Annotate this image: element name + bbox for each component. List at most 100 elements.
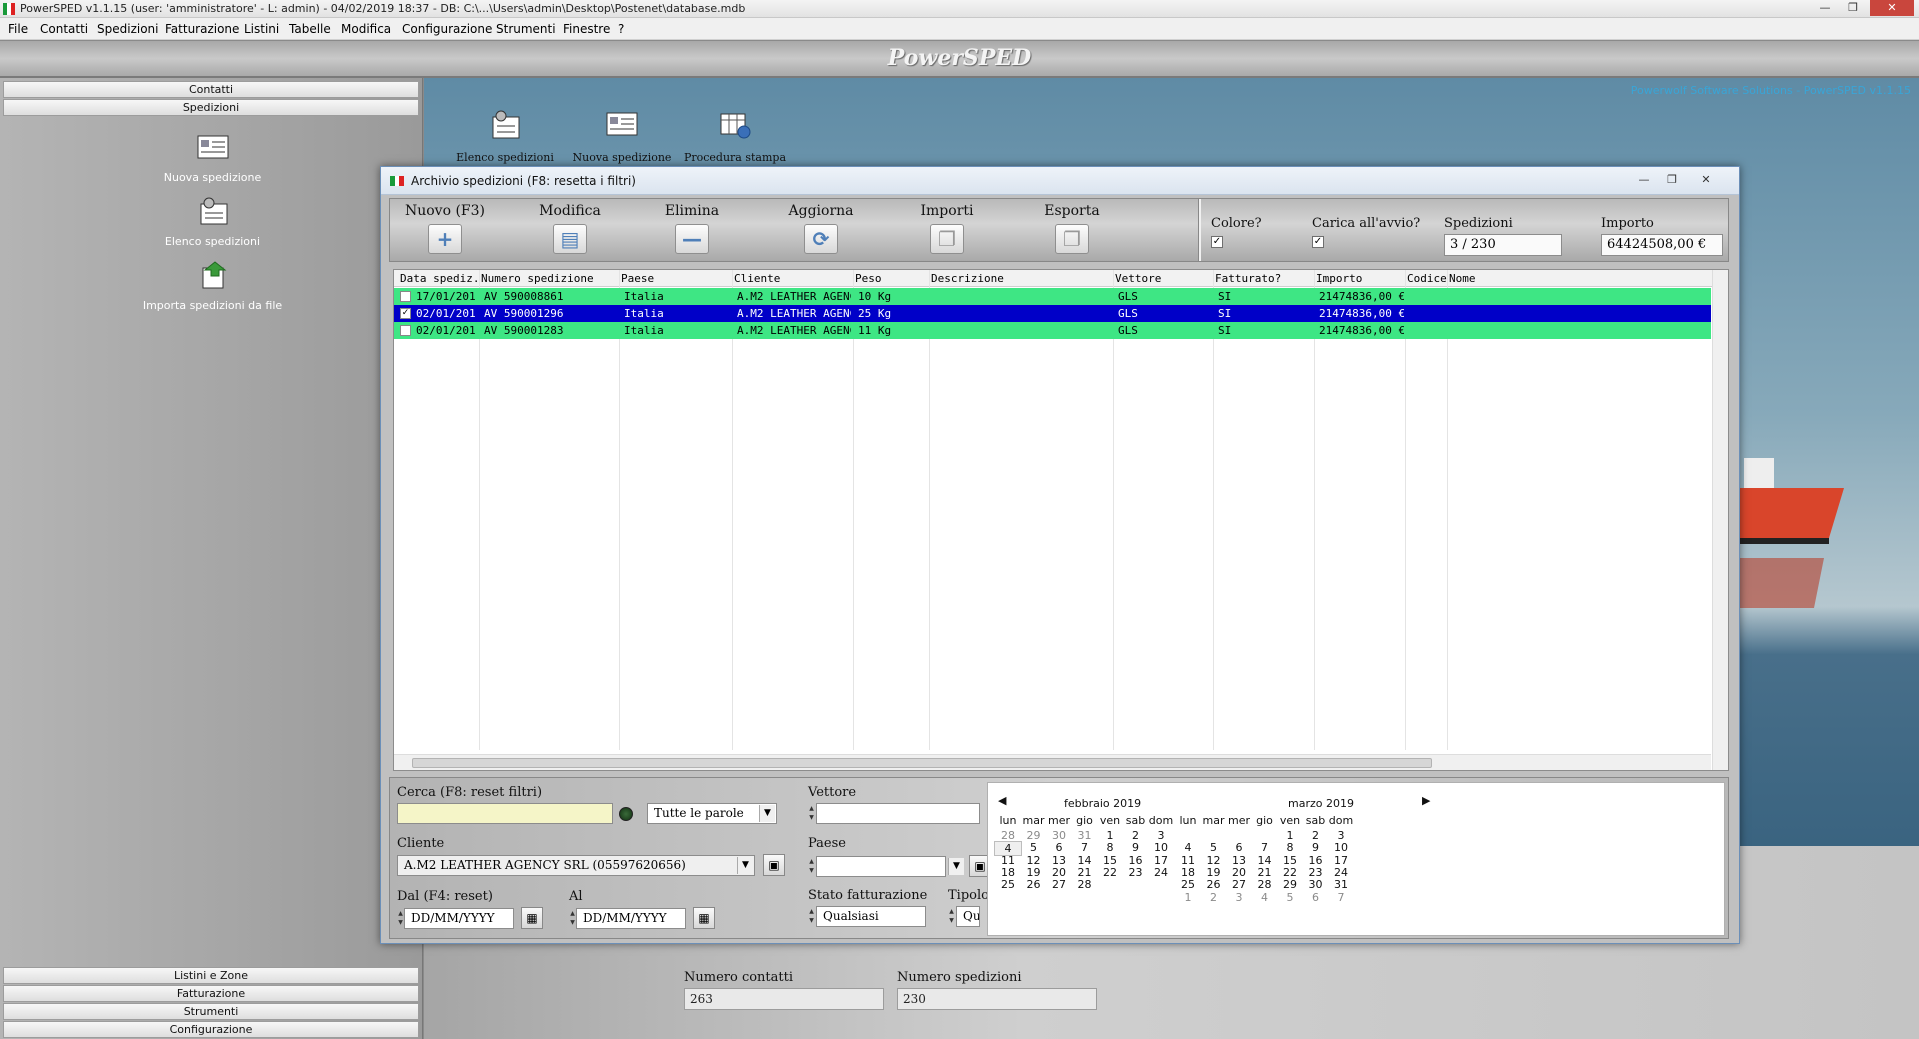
calendar-day[interactable]: 5 [1020, 841, 1048, 854]
search-input[interactable] [397, 803, 613, 824]
calendar-day[interactable]: 11 [994, 854, 1022, 867]
edit-button[interactable]: Modifica ▤ [515, 203, 625, 254]
menu-tabelle[interactable]: Tabelle [289, 22, 331, 36]
from-date-calendar-button[interactable]: ▦ [521, 907, 543, 929]
menu-help[interactable]: ? [618, 22, 624, 36]
column-header-weight[interactable]: Peso [855, 272, 925, 285]
calendar-day[interactable]: 19 [1020, 866, 1048, 879]
calendar-day[interactable]: 2 [1302, 829, 1330, 842]
calendar-day[interactable]: 24 [1147, 866, 1175, 879]
calendar-day[interactable]: 6 [1045, 841, 1073, 854]
menu-strumenti[interactable]: Strumenti [496, 22, 556, 36]
carrier-spinner-icon[interactable]: ▲ ▼ [808, 804, 815, 823]
client-lookup-button[interactable]: ▣ [763, 854, 785, 876]
calendar-day[interactable]: 17 [1147, 854, 1175, 867]
calendar-day[interactable]: 6 [1302, 891, 1330, 904]
calendar-day[interactable]: 28 [1071, 878, 1099, 891]
word-match-select[interactable]: Tutte le parole ▼ [647, 803, 777, 824]
column-header-number[interactable]: Numero spedizione [481, 272, 621, 285]
calendar-day[interactable]: 19 [1200, 866, 1228, 879]
calendar-day[interactable]: 15 [1276, 854, 1304, 867]
calendar-day[interactable]: 28 [1251, 878, 1279, 891]
column-header-name[interactable]: Nome [1449, 272, 1491, 285]
calendar-day[interactable]: 3 [1327, 829, 1355, 842]
calendar-day[interactable]: 23 [1122, 866, 1150, 879]
calendar-day[interactable]: 5 [1276, 891, 1304, 904]
calendar-day[interactable]: 5 [1200, 841, 1228, 854]
minimize-button[interactable]: — [1812, 0, 1838, 16]
column-header-country[interactable]: Paese [621, 272, 731, 285]
sidebar-tab-contatti[interactable]: Contatti [3, 81, 419, 98]
row-checkbox[interactable]: ✓ [400, 308, 411, 319]
calendar-day[interactable]: 17 [1327, 854, 1355, 867]
top-icon-elenco-spedizioni[interactable]: Elenco spedizioni [450, 108, 560, 164]
calendar-day[interactable]: 31 [1327, 878, 1355, 891]
calendar-day[interactable]: 6 [1225, 841, 1253, 854]
calendar-day[interactable]: 1 [1174, 891, 1202, 904]
calendar-day[interactable]: 26 [1020, 878, 1048, 891]
calendar-day[interactable]: 30 [1045, 829, 1073, 842]
table-row[interactable]: 02/01/201 AV 590001283 Italia A.M2 LEATH… [394, 322, 1711, 339]
top-icon-procedura-stampa[interactable]: Procedura stampa [680, 108, 790, 164]
country-select[interactable] [816, 856, 946, 877]
calendar-day[interactable]: 13 [1045, 854, 1073, 867]
calendar-day[interactable]: 10 [1147, 841, 1175, 854]
calendar-day[interactable]: 2 [1122, 829, 1150, 842]
menu-configurazione[interactable]: Configurazione [402, 22, 492, 36]
calendar-day[interactable]: 22 [1276, 866, 1304, 879]
calendar-day[interactable]: 31 [1071, 829, 1099, 842]
billing-status-input[interactable]: Qualsiasi [816, 906, 926, 927]
billing-status-spinner-icon[interactable]: ▲ ▼ [808, 907, 815, 926]
column-header-invoiced[interactable]: Fatturato? [1215, 272, 1315, 285]
load-on-start-checkbox[interactable]: ✓ [1312, 236, 1324, 248]
sidebar-tab-configurazione[interactable]: Configurazione [3, 1021, 419, 1038]
sidebar-item-elenco-spedizioni[interactable]: Elenco spedizioni [130, 196, 295, 248]
maximize-button[interactable]: ❐ [1840, 0, 1866, 16]
column-header-description[interactable]: Descrizione [931, 272, 1111, 285]
vertical-scrollbar[interactable] [1712, 270, 1728, 770]
menu-listini[interactable]: Listini [244, 22, 279, 36]
amounts-button[interactable]: Importi ❐ [892, 203, 1002, 254]
calendar-day[interactable]: 1 [1276, 829, 1304, 842]
calendar-day[interactable]: 23 [1302, 866, 1330, 879]
calendar-day[interactable]: 29 [1276, 878, 1304, 891]
column-header-code[interactable]: Codice [1407, 272, 1449, 285]
dialog-maximize-button[interactable]: ❐ [1659, 172, 1685, 188]
calendar-day[interactable]: 29 [1020, 829, 1048, 842]
color-checkbox[interactable]: ✓ [1211, 236, 1223, 248]
dialog-close-button[interactable]: ✕ [1693, 172, 1719, 188]
close-button[interactable]: ✕ [1870, 0, 1914, 16]
sidebar-item-importa-spedizioni[interactable]: Importa spedizioni da file [130, 260, 295, 312]
calendar-day[interactable]: 14 [1071, 854, 1099, 867]
calendar-next-icon[interactable]: ▶ [1422, 794, 1430, 807]
menu-contatti[interactable]: Contatti [40, 22, 88, 36]
delete-button[interactable]: Elimina — [637, 203, 747, 254]
calendar-day[interactable]: 22 [1096, 866, 1124, 879]
sidebar-tab-strumenti[interactable]: Strumenti [3, 1003, 419, 1020]
menu-modifica[interactable]: Modifica [341, 22, 391, 36]
sidebar-tab-listini[interactable]: Listini e Zone [3, 967, 419, 984]
calendar-day[interactable]: 3 [1225, 891, 1253, 904]
horizontal-scrollbar-thumb[interactable] [412, 758, 1432, 768]
calendar-day[interactable]: 20 [1225, 866, 1253, 879]
calendar-day[interactable]: 13 [1225, 854, 1253, 867]
top-icon-nuova-spedizione[interactable]: Nuova spedizione [567, 108, 677, 164]
column-header-client[interactable]: Cliente [734, 272, 854, 285]
calendar-day[interactable]: 12 [1020, 854, 1048, 867]
calendar-day[interactable]: 21 [1251, 866, 1279, 879]
calendar-day[interactable]: 21 [1071, 866, 1099, 879]
calendar-day[interactable]: 24 [1327, 866, 1355, 879]
column-header-amount[interactable]: Importo [1316, 272, 1404, 285]
calendar-prev-icon[interactable]: ◀ [998, 794, 1006, 807]
calendar-day[interactable]: 7 [1251, 841, 1279, 854]
table-row-selected[interactable]: ✓ 02/01/201 AV 590001296 Italia A.M2 LEA… [394, 305, 1711, 322]
sidebar-item-nuova-spedizione[interactable]: Nuova spedizione [130, 132, 295, 184]
calendar-day[interactable]: 8 [1096, 841, 1124, 854]
calendar-day[interactable]: 7 [1071, 841, 1099, 854]
calendar-day[interactable]: 26 [1200, 878, 1228, 891]
menu-file[interactable]: File [8, 22, 28, 36]
table-row[interactable]: 17/01/201 AV 590008861 Italia A.M2 LEATH… [394, 288, 1711, 305]
calendar-day[interactable]: 16 [1302, 854, 1330, 867]
calendar-day[interactable]: 15 [1096, 854, 1124, 867]
calendar-day[interactable]: 4 [1251, 891, 1279, 904]
